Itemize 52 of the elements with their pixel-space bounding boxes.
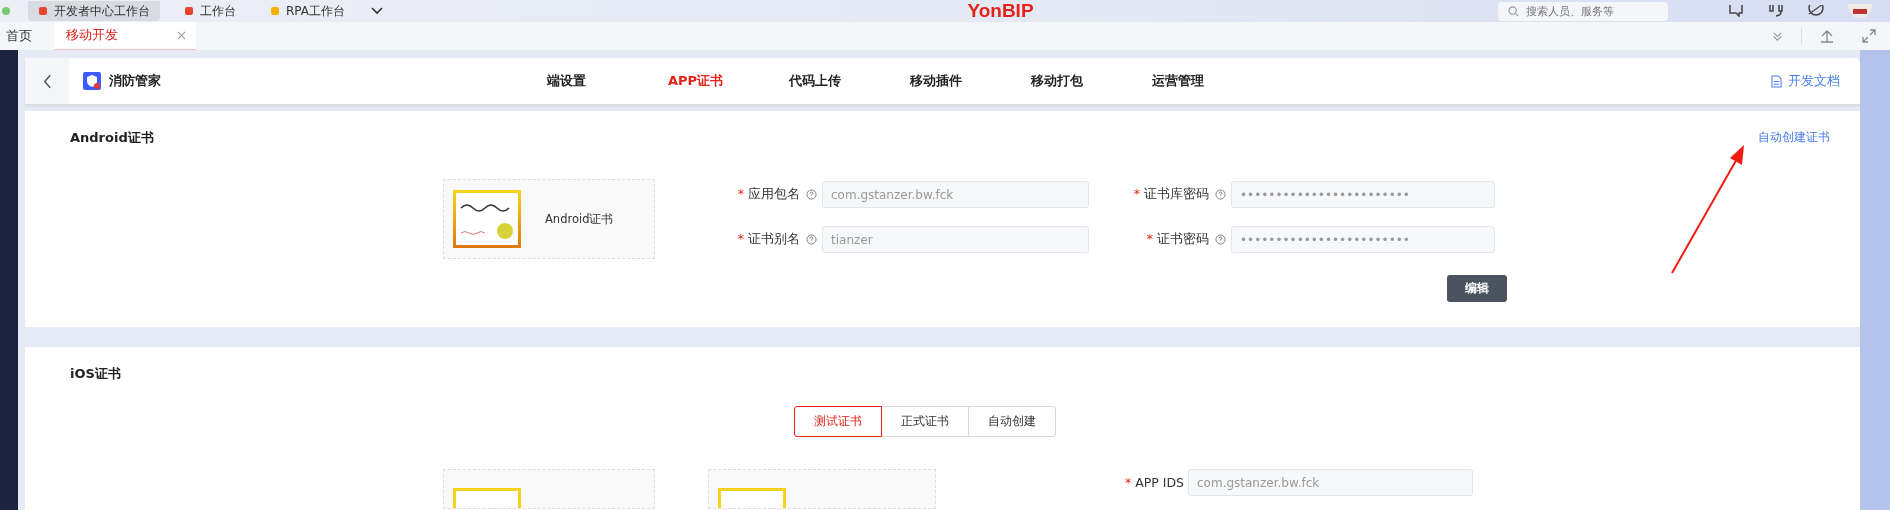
page-tab[interactable]: 首页 xyxy=(0,22,42,50)
help-icon[interactable] xyxy=(1214,234,1226,245)
page-tab[interactable]: 移动开发 xyxy=(54,22,196,50)
field-label: 证书密码 xyxy=(1157,231,1209,246)
nav-tab[interactable]: APP证书 xyxy=(668,72,789,90)
section-title: iOS证书 xyxy=(70,365,121,383)
help-icon[interactable] xyxy=(805,234,817,245)
app-icon xyxy=(270,6,280,16)
shield-logo-icon xyxy=(83,72,101,90)
nav-tab[interactable]: 运营管理 xyxy=(1152,72,1273,90)
upload-icon[interactable] xyxy=(1820,29,1834,43)
section-title: Android证书 xyxy=(70,129,154,147)
required-mark: * xyxy=(737,186,744,201)
segment-tab[interactable]: 测试证书 xyxy=(794,406,882,437)
back-icon xyxy=(42,73,52,89)
browser-tab[interactable]: RPA工作台 xyxy=(260,1,355,21)
app-name: 消防管家 xyxy=(109,72,161,90)
double-chevron-icon[interactable] xyxy=(1772,30,1783,42)
required-mark: * xyxy=(1133,186,1140,201)
field-label: APP IDS xyxy=(1135,475,1184,490)
edit-button[interactable]: 编辑 xyxy=(1447,275,1507,302)
certificate-label: Android证书 xyxy=(545,211,614,227)
required-mark: * xyxy=(737,231,744,246)
fullscreen-icon[interactable] xyxy=(1862,29,1876,43)
docs-link[interactable]: 开发文档 xyxy=(1771,72,1840,90)
field-label: 应用包名 xyxy=(748,186,800,201)
brand-logo: YonBIP xyxy=(967,0,1034,22)
app-icon xyxy=(184,6,194,16)
certificate-icon xyxy=(453,190,521,248)
browser-tab[interactable]: 开发者中心工作台 xyxy=(28,1,160,21)
segment-tab[interactable]: 自动创建 xyxy=(968,406,1056,437)
nav-tab[interactable]: 移动打包 xyxy=(1031,72,1152,90)
required-mark: * xyxy=(1124,475,1132,490)
message-icon[interactable] xyxy=(1728,5,1744,17)
help-icon[interactable] xyxy=(805,189,817,200)
close-icon[interactable] xyxy=(177,31,186,40)
browser-tab[interactable]: 工作台 xyxy=(174,1,246,21)
segment-tab[interactable]: 正式证书 xyxy=(881,406,969,437)
required-mark: * xyxy=(1146,231,1153,246)
search-field[interactable]: 搜索人员、服务等 xyxy=(1498,1,1668,21)
nav-tab[interactable]: 移动插件 xyxy=(910,72,1031,90)
nav-tab[interactable]: 端设置 xyxy=(547,72,668,90)
field-label: 证书别名 xyxy=(748,231,800,246)
help-icon[interactable] xyxy=(1214,189,1226,200)
app-icon xyxy=(38,6,48,16)
nav-tab[interactable]: 代码上传 xyxy=(789,72,910,90)
auto-create-link[interactable]: 自动创建证书 xyxy=(1758,130,1830,153)
field-label: 证书库密码 xyxy=(1144,186,1209,201)
chevron-down-icon[interactable] xyxy=(371,7,383,15)
avatar-icon[interactable] xyxy=(1848,4,1872,18)
window-dot[interactable] xyxy=(2,7,10,15)
document-icon xyxy=(1771,74,1782,88)
